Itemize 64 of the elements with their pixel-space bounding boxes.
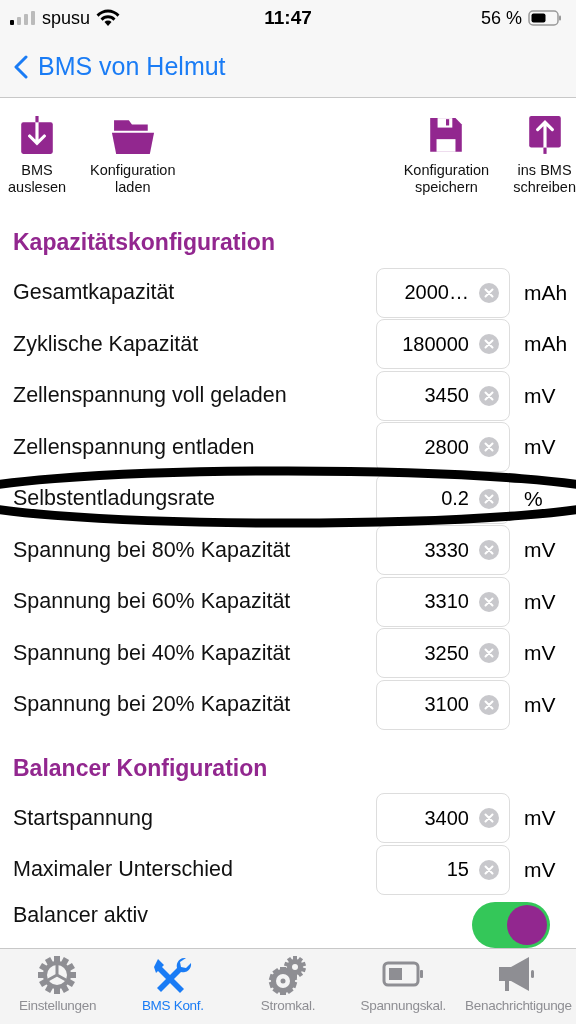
- unit-label: mAh: [524, 332, 569, 357]
- field-label: Maximaler Unterschied: [13, 857, 234, 883]
- battery-icon: [528, 10, 562, 26]
- input-field[interactable]: 3100: [376, 679, 510, 730]
- battery-percent: 56 %: [480, 7, 522, 29]
- field-label: Balancer aktiv: [13, 903, 150, 928]
- wifi-icon: [96, 9, 121, 27]
- unit-label: mV: [524, 857, 557, 882]
- clear-icon: [479, 808, 499, 829]
- unit-label: mV: [524, 383, 557, 408]
- clear-icon: [479, 591, 499, 612]
- clear-icon: [479, 437, 499, 458]
- toolbar-button[interactable]: Konfiguration speichern: [403, 116, 490, 196]
- unit-label: %: [524, 486, 544, 511]
- clear-icon: [479, 694, 499, 715]
- download-icon: [18, 116, 56, 156]
- input-field[interactable]: 2000…: [376, 267, 510, 318]
- clear-icon: [479, 643, 499, 664]
- unit-label: mV: [524, 538, 557, 563]
- toolbar-button[interactable]: ins BMS schreiben: [513, 116, 576, 196]
- section-heading: Balancer Konfiguration: [12, 753, 269, 783]
- field-label: Spannung bei 80% Kapazität: [13, 537, 292, 563]
- clear-icon: [479, 859, 499, 880]
- field-label: Spannung bei 20% Kapazität: [13, 692, 292, 718]
- field-label: Zellenspannung entladen: [13, 434, 256, 460]
- field-label: Startspannung: [13, 805, 154, 831]
- input-field[interactable]: 3330: [376, 525, 510, 576]
- input-field[interactable]: 3310: [376, 576, 510, 627]
- clear-icon: [479, 385, 499, 406]
- input-field[interactable]: 3250: [376, 628, 510, 679]
- unit-label: mV: [524, 435, 557, 460]
- input-field[interactable]: 2800: [376, 422, 510, 473]
- field-label: Zyklische Kapazität: [13, 331, 200, 357]
- field-label: Zellenspannung voll geladen: [13, 383, 288, 409]
- clock-time: 11:47: [264, 7, 312, 29]
- clear-icon: [479, 334, 499, 355]
- input-field[interactable]: 3450: [376, 370, 510, 421]
- field-label: Gesamtkapazität: [13, 280, 176, 306]
- input-field[interactable]: 180000: [376, 319, 510, 370]
- field-label: Selbstentladungsrate: [13, 486, 216, 512]
- clear-icon: [479, 540, 499, 561]
- gear-icon: [36, 955, 79, 995]
- unit-label: mV: [524, 692, 557, 717]
- unit-label: mV: [524, 589, 557, 614]
- input-field[interactable]: 3400: [376, 793, 510, 844]
- toolbar-button[interactable]: Konfiguration laden: [90, 116, 176, 196]
- field-label: Spannung bei 40% Kapazität: [13, 640, 292, 666]
- signal-icon: [10, 11, 36, 25]
- gears-icon: [267, 955, 309, 995]
- tab-item[interactable]: BMS Konf.: [115, 949, 231, 1024]
- unit-label: mV: [524, 806, 557, 831]
- unit-label: mV: [524, 641, 557, 666]
- section-heading: Kapazitätskonfiguration: [12, 228, 276, 257]
- input-field[interactable]: 15: [376, 844, 510, 895]
- back-button[interactable]: BMS von Helmut: [14, 52, 226, 81]
- unit-label: mAh: [524, 280, 569, 305]
- tools-icon: [151, 955, 194, 995]
- clear-icon: [479, 488, 499, 509]
- field-label: Spannung bei 60% Kapazität: [13, 589, 292, 615]
- chevron-left-icon: [14, 54, 28, 79]
- carrier-name: spusu: [42, 7, 91, 29]
- clear-icon: [479, 282, 499, 303]
- toolbar-button[interactable]: BMS auslesen: [8, 116, 67, 196]
- toggle-switch[interactable]: [472, 901, 550, 948]
